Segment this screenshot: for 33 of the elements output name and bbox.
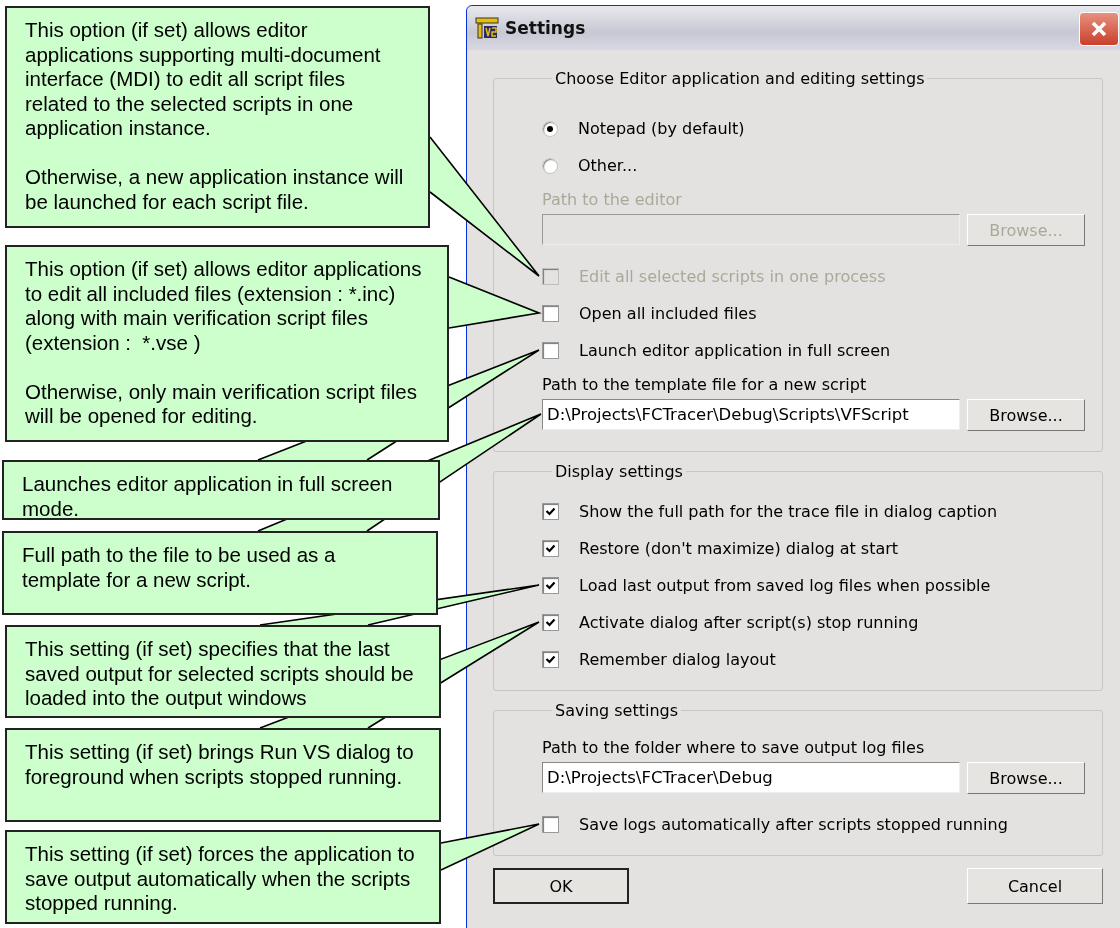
callout-text: This option (if set) allows editor applications supporting multi-document interface (MDI) to edit all script files related to the selected scripts in one application instance. [25,18,382,141]
callout-text: This setting (if set) specifies that the last saved output for selected scripts should be loaded into the output windows [25,637,415,711]
group-title: Display settings [554,462,684,481]
checkbox-label: Activate dialog after script(s) stop running [579,613,919,632]
path-field[interactable]: D:\Projects\FCTracer\Debug [542,762,960,793]
window-title: Settings [505,18,586,38]
browse-button[interactable]: Browse... [967,399,1085,431]
ok-button[interactable]: OK [493,868,629,904]
callout-text: Launches editor application in full screen mode. [22,472,394,521]
checkbox-label: Show the full path for the trace file in dialog caption [579,502,998,521]
callout-text: This setting (if set) forces the application to save output automatically when the scripts stopped running. [25,842,416,916]
cancel-button[interactable]: Cancel [967,868,1103,904]
checkbox-label: Edit all selected scripts in one process [579,267,886,286]
checkbox-label: Open all included files [579,304,757,323]
radio-label: Other... [578,156,638,175]
callout-text: This setting (if set) brings Run VS dialog to foreground when scripts stopped running. [25,740,415,789]
group-title: Choose Editor application and editing settings [554,69,926,88]
checkbox-label: Load last output from saved log files when possible [579,576,991,595]
group-title: Saving settings [554,701,680,720]
callout-text: Otherwise, a new application instance will be launched for each script file. [25,165,405,214]
field-label: Path to the template file for a new script [542,375,868,394]
radio-label: Notepad (by default) [578,119,745,138]
field-label: Path to the folder where to save output log files [542,738,926,757]
checkbox-label: Launch editor application in full screen [579,341,891,360]
callout-text: This option (if set) allows editor applications to edit all included files (extension : *.inc) along with main verification script files (extension : *.vse ) [25,257,423,355]
callout-text: Otherwise, only main verification script files will be opened for editing. [25,379,418,429]
checkbox-label: Restore (don't maximize) dialog at start [579,539,899,558]
callout-text: Full path to the file to be used as a template for a new script. [22,543,337,592]
checkbox-label: Remember dialog layout [579,650,776,669]
browse-button[interactable]: Browse... [967,762,1085,794]
field-label: Path to the editor [542,190,683,209]
checkbox-label: Save logs automatically after scripts stopped running [579,815,1008,834]
path-field[interactable]: D:\Projects\FCTracer\Debug\Scripts\VFScript [542,399,960,430]
